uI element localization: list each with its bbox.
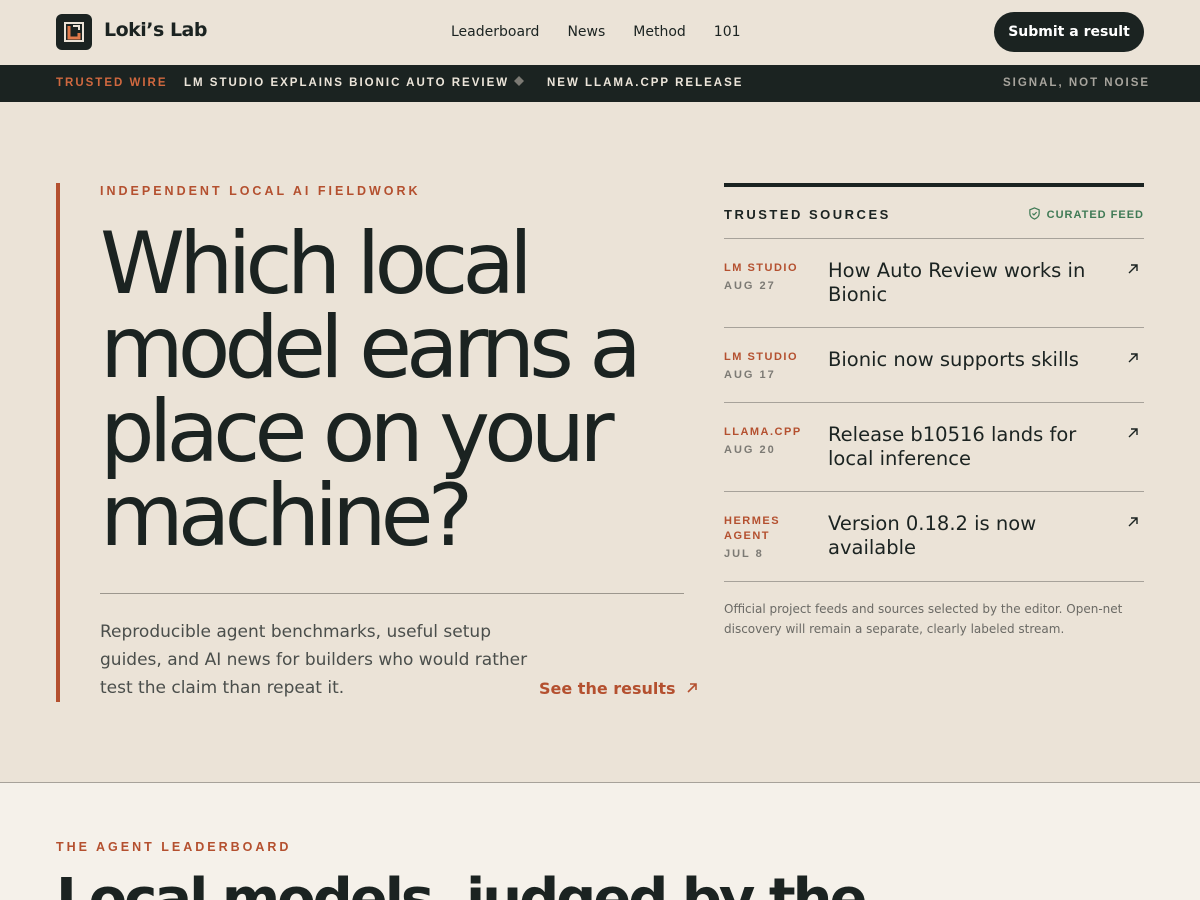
submit-result-button[interactable]: Submit a result	[994, 12, 1144, 52]
nav-101[interactable]: 101	[714, 24, 741, 40]
diamond-icon	[514, 76, 524, 86]
leaderboard-section: THE AGENT LEADERBOARD Local models, judg…	[0, 782, 1200, 900]
leaderboard-title: Local models, judged by the	[56, 867, 868, 900]
source-item[interactable]: LM STUDIO AUG 17 Bionic now supports ski…	[724, 328, 1144, 403]
main-nav: Leaderboard News Method 101	[451, 24, 741, 40]
source-title[interactable]: Release b10516 lands for local inference	[828, 423, 1118, 471]
nav-method[interactable]: Method	[633, 24, 686, 40]
arrow-up-right-icon	[686, 679, 698, 698]
nav-leaderboard[interactable]: Leaderboard	[451, 24, 539, 40]
source-name: LM STUDIO	[724, 351, 798, 363]
source-title[interactable]: Version 0.18.2 is now available	[828, 512, 1118, 560]
wire-label: TRUSTED WIRE	[56, 77, 168, 89]
sources-note: Official project feeds and sources selec…	[724, 602, 1123, 636]
source-name: LM STUDIO	[724, 262, 798, 274]
nav-news[interactable]: News	[567, 24, 605, 40]
source-item[interactable]: HERMES AGENT JUL 8 Version 0.18.2 is now…	[724, 492, 1144, 582]
shield-check-icon	[1028, 207, 1041, 223]
leaderboard-eyebrow: THE AGENT LEADERBOARD	[56, 840, 292, 854]
see-results-label: See the results	[539, 679, 676, 698]
site-header: Loki’s Lab Leaderboard News Method 101 S…	[0, 0, 1200, 65]
source-meta: LLAMA.CPP AUG 20	[724, 425, 814, 456]
headline-line: model earns a	[100, 298, 642, 398]
panel-header: TRUSTED SOURCES CURATED FEED	[724, 187, 1144, 239]
headline-line: Which local	[100, 214, 533, 314]
source-meta: LM STUDIO AUG 17	[724, 350, 814, 381]
brand-name[interactable]: Loki’s Lab	[104, 19, 207, 41]
hero-accent-bar	[56, 183, 60, 702]
source-item[interactable]: LLAMA.CPP AUG 20 Release b10516 lands fo…	[724, 403, 1144, 492]
external-link-icon[interactable]	[1128, 350, 1138, 368]
see-results-link[interactable]: See the results	[539, 679, 698, 698]
headline-line: place on your	[100, 382, 615, 482]
source-meta: LM STUDIO AUG 27	[724, 261, 814, 292]
source-date: AUG 27	[724, 280, 776, 292]
source-title[interactable]: Bionic now supports skills	[828, 348, 1118, 372]
logo-icon[interactable]	[56, 14, 92, 50]
headline-line: machine?	[100, 466, 473, 566]
wire-item[interactable]: NEW LLAMA.CPP RELEASE	[547, 77, 743, 89]
hero-description: Reproducible agent benchmarks, useful se…	[100, 622, 528, 698]
trusted-sources-panel: TRUSTED SOURCES CURATED FEED LM STUDIO A…	[724, 183, 1144, 639]
hero-headline: Which local model earns a place on your …	[100, 214, 700, 566]
source-name: LLAMA.CPP	[724, 426, 802, 438]
curated-badge: CURATED FEED	[1028, 207, 1144, 223]
source-date: AUG 20	[724, 444, 776, 456]
source-name: HERMES AGENT	[724, 515, 781, 542]
curated-label: CURATED FEED	[1046, 209, 1144, 221]
external-link-icon[interactable]	[1128, 514, 1138, 532]
source-meta: HERMES AGENT JUL 8	[724, 514, 804, 560]
external-link-icon[interactable]	[1128, 425, 1138, 443]
trusted-wire-bar: TRUSTED WIRE LM STUDIO EXPLAINS BIONIC A…	[0, 65, 1200, 102]
source-title[interactable]: How Auto Review works in Bionic	[828, 259, 1118, 307]
hero-eyebrow: INDEPENDENT LOCAL AI FIELDWORK	[100, 184, 421, 198]
hero-divider	[100, 593, 684, 594]
wire-motto: SIGNAL, NOT NOISE	[1003, 77, 1151, 89]
source-item[interactable]: LM STUDIO AUG 27 How Auto Review works i…	[724, 239, 1144, 328]
source-date: JUL 8	[724, 548, 764, 560]
external-link-icon[interactable]	[1128, 261, 1138, 279]
wire-item[interactable]: LM STUDIO EXPLAINS BIONIC AUTO REVIEW	[184, 77, 509, 89]
source-date: AUG 17	[724, 369, 776, 381]
panel-title: TRUSTED SOURCES	[724, 207, 891, 222]
